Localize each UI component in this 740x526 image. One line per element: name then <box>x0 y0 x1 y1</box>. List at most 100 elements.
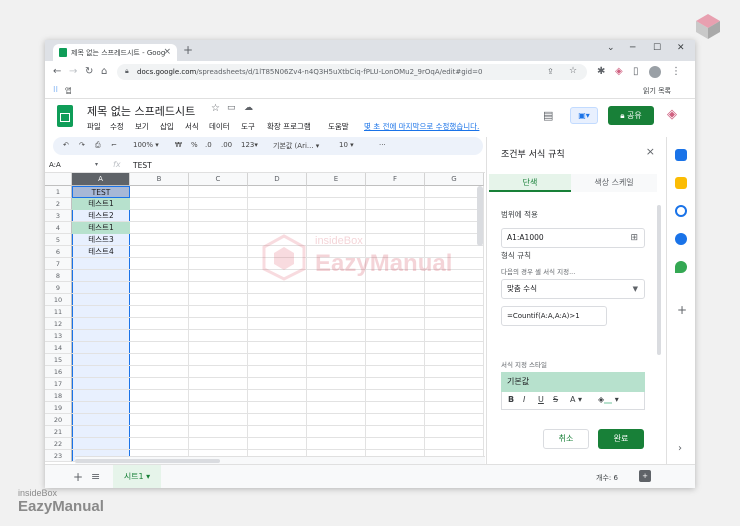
condition-select[interactable]: 맞춤 수식 ▼ <box>501 279 645 299</box>
zoom-select[interactable]: 100% ▾ <box>133 141 159 149</box>
all-sheets-button[interactable]: ≡ <box>91 470 100 483</box>
currency-button[interactable]: ₩ <box>175 141 182 149</box>
comments-icon[interactable]: ▤ <box>543 109 553 122</box>
add-sheet-button[interactable]: + <box>73 470 83 484</box>
row-header[interactable]: 1 <box>45 186 72 198</box>
select-range-icon[interactable]: ⊞ <box>630 229 638 247</box>
last-edit-link[interactable]: 몇 초 전에 마지막으로 수정했습니다. <box>364 121 479 132</box>
tab-color-scale[interactable]: 색상 스케일 <box>571 174 657 192</box>
keep-icon[interactable] <box>675 177 687 189</box>
address-bar[interactable]: 🔒︎ docs.google.com/spreadsheets/d/1lT85N… <box>117 64 587 80</box>
print-icon[interactable]: ⎙ <box>95 141 101 150</box>
bookmark-star-icon[interactable]: ☆ <box>569 66 577 76</box>
cell[interactable]: 테스트3 <box>72 234 130 246</box>
sheet-tab[interactable]: 시트1 ▾ <box>113 465 161 488</box>
extension-puzzle-icon[interactable]: ✱ <box>597 66 605 77</box>
select-all-corner[interactable] <box>45 173 72 186</box>
forward-icon[interactable]: → <box>69 66 77 77</box>
formula-input[interactable]: TEST <box>133 161 152 170</box>
addon-box-icon[interactable]: ◈ <box>667 107 677 122</box>
percent-button[interactable]: % <box>191 141 198 149</box>
row-header[interactable]: 12 <box>45 318 72 330</box>
calendar-icon[interactable] <box>675 149 687 161</box>
row-header[interactable]: 4 <box>45 222 72 234</box>
close-window-button[interactable]: ✕ <box>677 43 685 53</box>
menu-extensions[interactable]: 확장 프로그램 <box>267 121 311 132</box>
reload-icon[interactable]: ↻ <box>85 66 93 77</box>
name-box-dropdown-icon[interactable]: ▾ <box>95 161 98 168</box>
tab-close-icon[interactable]: × <box>163 47 171 57</box>
move-folder-icon[interactable]: ▭ <box>227 103 236 113</box>
row-header[interactable]: 7 <box>45 258 72 270</box>
row-header[interactable]: 14 <box>45 342 72 354</box>
decrease-decimal-button[interactable]: .0 <box>205 141 212 149</box>
reading-list-label[interactable]: 읽기 목록 <box>643 86 671 96</box>
row-header[interactable]: 19 <box>45 402 72 414</box>
column-header[interactable]: B <box>130 173 189 186</box>
increase-decimal-button[interactable]: .00 <box>221 141 232 149</box>
menu-tools[interactable]: 도구 <box>241 121 255 132</box>
row-header[interactable]: 3 <box>45 210 72 222</box>
row-header[interactable]: 6 <box>45 246 72 258</box>
maximize-button[interactable]: ☐ <box>653 43 661 53</box>
browser-tab[interactable]: 제목 없는 스프레드시트 - Goog × <box>53 44 177 61</box>
present-button[interactable]: ▣▾ <box>570 107 598 124</box>
row-header[interactable]: 23 <box>45 450 72 462</box>
row-header[interactable]: 2 <box>45 198 72 210</box>
add-addon-icon[interactable]: + <box>677 303 687 317</box>
paint-format-icon[interactable]: ⌐ <box>111 141 117 149</box>
row-header[interactable]: 18 <box>45 390 72 402</box>
undo-icon[interactable]: ↶ <box>63 141 69 149</box>
browser-menu-icon[interactable]: ⋮ <box>671 66 681 77</box>
row-header[interactable]: 20 <box>45 414 72 426</box>
active-cell[interactable]: TEST <box>72 186 130 198</box>
tab-single-color[interactable]: 단색 <box>489 174 571 192</box>
row-header[interactable]: 11 <box>45 306 72 318</box>
sidebar-panel-icon[interactable]: ▯ <box>633 66 639 77</box>
more-tools-button[interactable]: ··· <box>379 141 386 149</box>
home-icon[interactable]: ⌂ <box>101 66 107 77</box>
panel-scrollbar[interactable] <box>657 205 661 355</box>
row-header[interactable]: 17 <box>45 378 72 390</box>
share-button[interactable]: 🔒︎ 공유 <box>608 106 654 125</box>
cell[interactable]: 테스트1 <box>72 222 130 234</box>
bookmark-apps-label[interactable]: 앱 <box>65 86 71 96</box>
apps-grid-icon[interactable]: ⁝⁝ <box>53 85 58 94</box>
extension-box-icon[interactable]: ◈ <box>615 66 623 77</box>
font-select[interactable]: 기본값 (Ari... ▾ <box>273 141 319 151</box>
row-header[interactable]: 16 <box>45 366 72 378</box>
count-summary[interactable]: 개수: 6 <box>596 473 618 483</box>
vertical-scrollbar[interactable] <box>477 186 483 246</box>
range-input[interactable]: A1:A1000 ⊞ <box>501 228 645 248</box>
menu-help[interactable]: 도움말 <box>328 121 349 132</box>
column-header[interactable]: G <box>425 173 484 186</box>
redo-icon[interactable]: ↷ <box>79 141 85 149</box>
profile-avatar[interactable] <box>649 66 661 78</box>
fill-color-icon[interactable]: ◈ ▾ <box>598 395 619 404</box>
column-header[interactable]: A <box>72 173 130 186</box>
menu-view[interactable]: 보기 <box>135 121 149 132</box>
sheets-logo-icon[interactable] <box>57 105 73 127</box>
menu-data[interactable]: 데이터 <box>209 121 230 132</box>
column-header[interactable]: D <box>248 173 307 186</box>
text-color-button[interactable]: A ▾ <box>570 395 582 404</box>
row-header[interactable]: 21 <box>45 426 72 438</box>
cell[interactable]: 테스트2 <box>72 210 130 222</box>
strikethrough-button[interactable]: S <box>553 395 558 404</box>
bold-button[interactable]: B <box>508 395 514 404</box>
font-size-select[interactable]: 10 ▾ <box>339 141 354 149</box>
back-icon[interactable]: ← <box>53 66 61 77</box>
cell[interactable]: 테스트4 <box>72 246 130 258</box>
menu-insert[interactable]: 삽입 <box>160 121 174 132</box>
more-formats-select[interactable]: 123▾ <box>241 141 258 149</box>
share-page-icon[interactable]: ⇪ <box>547 67 554 76</box>
panel-close-icon[interactable]: × <box>646 145 655 158</box>
row-header[interactable]: 8 <box>45 270 72 282</box>
tab-search-icon[interactable]: ⌄ <box>607 43 615 53</box>
name-box[interactable]: A:A <box>49 161 61 169</box>
row-header[interactable]: 9 <box>45 282 72 294</box>
custom-formula-input[interactable]: =Countif(A:A,A:A)>1 <box>501 306 607 326</box>
spreadsheet-grid[interactable]: A B C D E F G 1 2 3 4 5 6 7 8 9 10 11 12 13 14 15 16 17 18 19 20 21… <box>45 173 485 462</box>
menu-format[interactable]: 서식 <box>185 121 199 132</box>
cell[interactable]: 테스트1 <box>72 198 130 210</box>
